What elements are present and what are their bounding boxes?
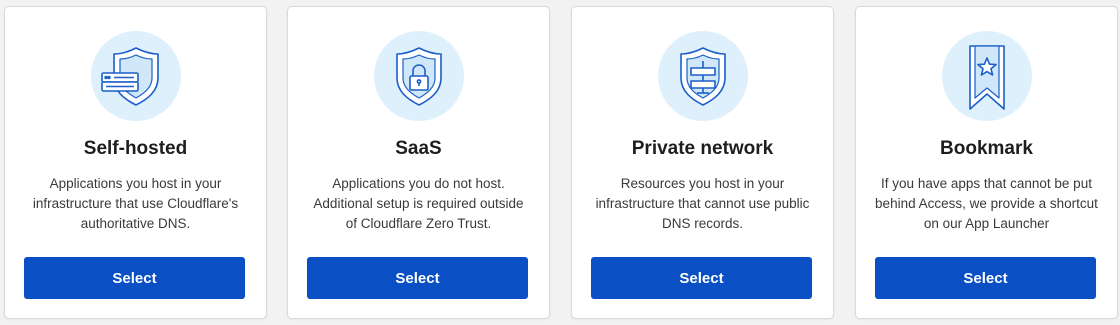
application-type-cards: Self-hosted Applications you host in you… bbox=[0, 0, 1120, 325]
select-self-hosted-button[interactable]: Select bbox=[24, 257, 245, 299]
card-private-network: Private network Resources you host in yo… bbox=[571, 6, 834, 319]
card-title: Private network bbox=[631, 138, 774, 159]
select-bookmark-button[interactable]: Select bbox=[875, 257, 1096, 299]
shield-server-icon bbox=[90, 31, 181, 121]
select-saas-button[interactable]: Select bbox=[307, 257, 528, 299]
card-description: Resources you host in your infrastructur… bbox=[595, 176, 810, 231]
card-title: SaaS bbox=[395, 138, 442, 159]
shield-lock-icon bbox=[373, 31, 464, 121]
card-bookmark: Bookmark If you have apps that cannot be… bbox=[855, 6, 1118, 319]
card-title: Bookmark bbox=[940, 138, 1033, 159]
shield-network-icon bbox=[657, 31, 748, 121]
select-private-network-button[interactable]: Select bbox=[591, 257, 812, 299]
card-description: Applications you do not host. Additional… bbox=[313, 176, 524, 231]
card-title: Self-hosted bbox=[83, 138, 188, 159]
card-description: If you have apps that cannot be put behi… bbox=[875, 176, 1098, 231]
bookmark-star-icon bbox=[941, 31, 1032, 121]
card-self-hosted: Self-hosted Applications you host in you… bbox=[4, 6, 267, 319]
card-description: Applications you host in your infrastruc… bbox=[32, 176, 239, 231]
card-saas: SaaS Applications you do not host. Addit… bbox=[287, 6, 550, 319]
